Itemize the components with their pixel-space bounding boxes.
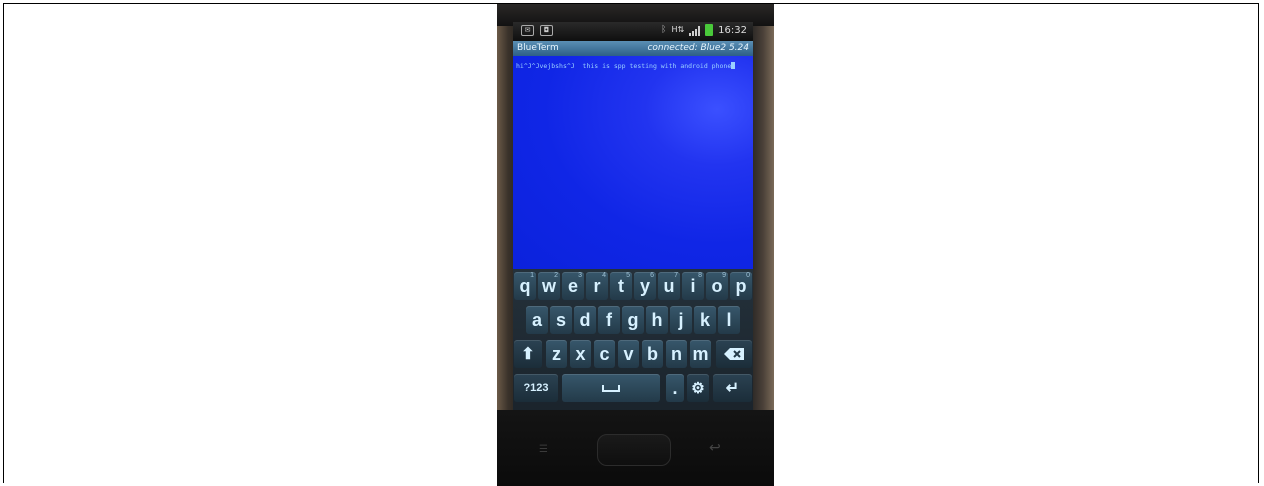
phone-screen: ✉ ◘ ᛒ H⇅ 16:32 BlueTerm connected: Blue2…: [513, 22, 753, 410]
key-i[interactable]: i8: [682, 272, 704, 300]
battery-icon: [705, 24, 714, 36]
key-a[interactable]: a: [526, 306, 548, 334]
key-g[interactable]: g: [622, 306, 644, 334]
key-d[interactable]: d: [574, 306, 596, 334]
keyboard-row-4: ?123 . ⚙ ↵: [513, 374, 753, 404]
key-hint: 0: [746, 272, 750, 279]
enter-key[interactable]: ↵: [713, 374, 752, 402]
key-o[interactable]: o9: [706, 272, 728, 300]
key-s[interactable]: s: [550, 306, 572, 334]
backspace-key[interactable]: [716, 340, 752, 368]
keyboard-row-1: q1 w2 e3 r4 t5 y6 u7 i8 o9 p0: [513, 272, 753, 302]
key-v[interactable]: v: [618, 340, 639, 368]
settings-key[interactable]: ⚙: [687, 374, 709, 402]
shift-key[interactable]: ⬆: [514, 340, 542, 368]
key-m[interactable]: m: [690, 340, 711, 368]
key-c[interactable]: c: [594, 340, 615, 368]
app-title-bar: BlueTerm connected: Blue2 5.24: [513, 41, 753, 56]
period-key[interactable]: .: [666, 374, 684, 402]
space-key[interactable]: [562, 374, 660, 402]
gear-icon: ⚙: [691, 380, 705, 397]
key-hint: 8: [698, 272, 702, 279]
key-y[interactable]: y6: [634, 272, 656, 300]
home-button[interactable]: [597, 434, 671, 466]
mail-icon: ✉: [521, 25, 534, 36]
terminal-output[interactable]: hi^J^Jvejbshs^J this is spp testing with…: [513, 56, 753, 269]
key-hint: 6: [650, 272, 654, 279]
camera-icon: ◘: [540, 25, 553, 36]
key-n[interactable]: n: [666, 340, 687, 368]
key-j[interactable]: j: [670, 306, 692, 334]
key-hint: 7: [674, 272, 678, 279]
shift-arrow-icon: ⬆: [521, 346, 535, 363]
network-type-label: H: [671, 25, 678, 34]
spacebar-icon: [602, 385, 620, 392]
key-k[interactable]: k: [694, 306, 716, 334]
back-button-icon[interactable]: ↩: [709, 440, 721, 456]
connection-status: connected: Blue2 5.24: [647, 43, 749, 53]
key-f[interactable]: f: [598, 306, 620, 334]
menu-button-icon[interactable]: ☰: [539, 444, 548, 455]
backspace-icon: [724, 348, 744, 360]
symbols-key[interactable]: ?123: [514, 374, 558, 402]
signal-icon: [689, 25, 701, 36]
key-hint: 2: [554, 272, 558, 279]
key-t[interactable]: t5: [610, 272, 632, 300]
keyboard-row-3: ⬆ z x c v b n m: [513, 340, 753, 370]
key-hint: 3: [578, 272, 582, 279]
key-b[interactable]: b: [642, 340, 663, 368]
key-hint: 1: [530, 272, 534, 279]
key-x[interactable]: x: [570, 340, 591, 368]
key-e[interactable]: e3: [562, 272, 584, 300]
key-h[interactable]: h: [646, 306, 668, 334]
phone-photo: ✉ ◘ ᛒ H⇅ 16:32 BlueTerm connected: Blue2…: [497, 4, 774, 486]
key-hint: 9: [722, 272, 726, 279]
data-transfer-icon: H⇅: [671, 25, 685, 34]
soft-keyboard: q1 w2 e3 r4 t5 y6 u7 i8 o9 p0 a s d f g …: [513, 269, 753, 410]
key-l[interactable]: l: [718, 306, 740, 334]
key-hint: 5: [626, 272, 630, 279]
status-bar: ✉ ◘ ᛒ H⇅ 16:32: [513, 22, 753, 41]
key-p[interactable]: p0: [730, 272, 752, 300]
key-z[interactable]: z: [546, 340, 567, 368]
terminal-text: hi^J^Jvejbshs^J this is spp testing with…: [516, 62, 732, 70]
bluetooth-icon: ᛒ: [661, 25, 667, 35]
keyboard-row-2: a s d f g h j k l: [513, 306, 753, 336]
key-w[interactable]: w2: [538, 272, 560, 300]
key-q[interactable]: q1: [514, 272, 536, 300]
clock: 16:32: [718, 24, 747, 36]
phone-hardware-buttons: ☰ ↩: [497, 410, 774, 486]
app-title: BlueTerm: [517, 43, 559, 53]
key-r[interactable]: r4: [586, 272, 608, 300]
key-u[interactable]: u7: [658, 272, 680, 300]
text-cursor: [731, 62, 736, 69]
terminal-text-area: hi^J^Jvejbshs^J this is spp testing with…: [516, 62, 750, 70]
key-hint: 4: [602, 272, 606, 279]
enter-icon: ↵: [725, 380, 740, 397]
